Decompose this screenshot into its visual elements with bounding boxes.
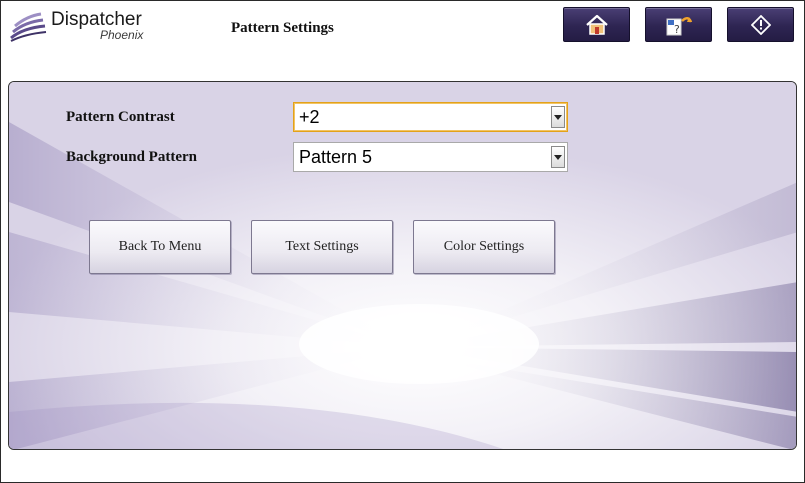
home-button[interactable] [563, 7, 630, 42]
language-button[interactable]: ? [645, 7, 712, 42]
background-pattern-value: Pattern 5 [299, 147, 373, 167]
app-window: Dispatcher Phoenix Pattern Settings ? Pa… [0, 0, 805, 483]
pattern-contrast-select[interactable]: +2 [293, 102, 568, 132]
chevron-down-icon[interactable] [551, 106, 565, 128]
background-pattern-select[interactable]: Pattern 5 [293, 142, 568, 172]
background-pattern-label: Background Pattern [66, 149, 197, 165]
pattern-contrast-label: Pattern Contrast [66, 109, 175, 125]
svg-text:?: ? [674, 23, 680, 36]
header-bar: Dispatcher Phoenix Pattern Settings ? [1, 1, 804, 61]
logo-icon [10, 12, 47, 42]
pattern-contrast-value: +2 [299, 107, 320, 127]
settings-panel: Pattern Contrast +2 Background Pattern P… [8, 81, 797, 450]
logo-subtitle: Phoenix [100, 28, 144, 42]
info-button[interactable] [727, 7, 794, 42]
page-title: Pattern Settings [231, 20, 334, 36]
chevron-down-icon[interactable] [551, 146, 565, 168]
color-settings-button[interactable]: Color Settings [413, 220, 555, 274]
back-to-menu-button[interactable]: Back To Menu [89, 220, 231, 274]
text-settings-button[interactable]: Text Settings [251, 220, 393, 274]
language-icon: ? [666, 16, 692, 36]
info-icon [750, 14, 771, 35]
home-icon [585, 14, 608, 35]
